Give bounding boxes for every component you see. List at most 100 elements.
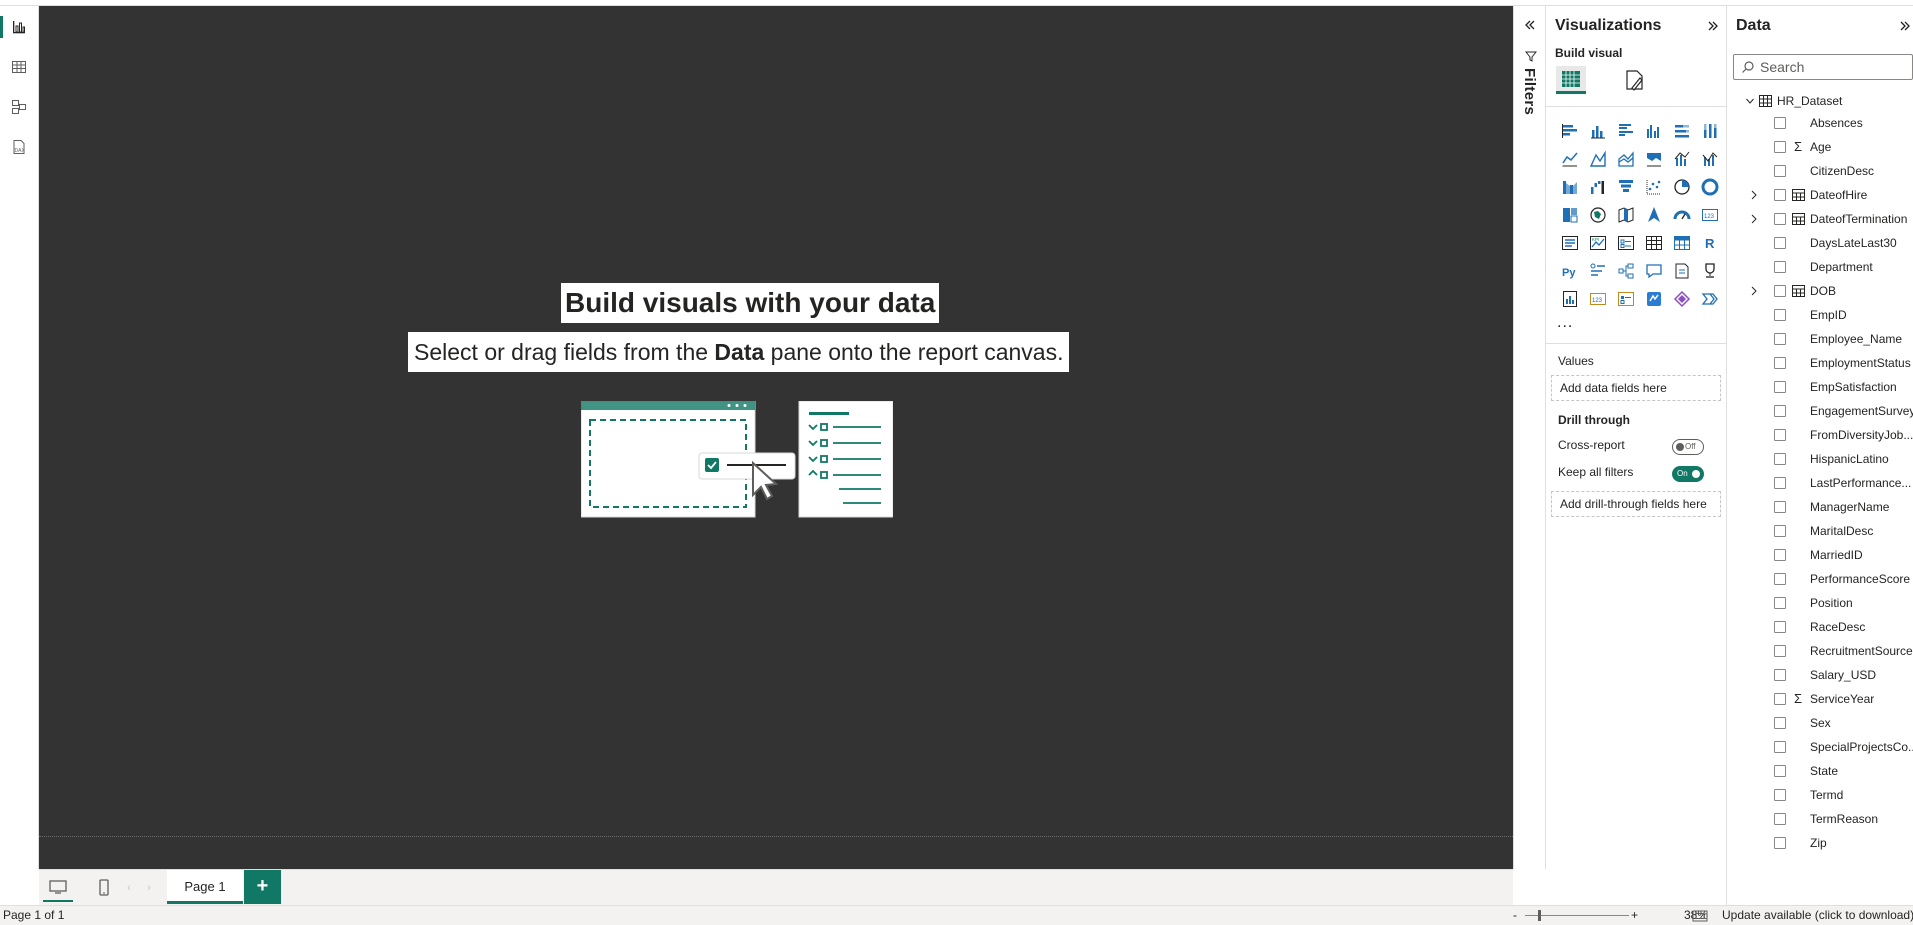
values-drop-zone[interactable]: Add data fields here [1551, 375, 1721, 401]
ribbon-chart-visual-button[interactable] [1556, 173, 1584, 201]
collapse-data-chevrons-icon[interactable] [1898, 19, 1912, 33]
field-row[interactable]: MarriedID [1749, 546, 1913, 564]
expand-chevrons-icon[interactable] [1523, 18, 1537, 32]
field-row[interactable]: DOB [1749, 282, 1913, 300]
field-row[interactable]: Salary_USD [1749, 666, 1913, 684]
page-tab-page-1[interactable]: Page 1 [167, 870, 243, 904]
field-checkbox[interactable] [1774, 741, 1786, 753]
python-visual-button[interactable]: Py [1556, 257, 1584, 285]
stacked-area-visual-button[interactable] [1612, 145, 1640, 173]
desktop-layout-button[interactable] [43, 874, 73, 902]
map-visual-button[interactable] [1584, 201, 1612, 229]
field-checkbox[interactable] [1774, 549, 1786, 561]
field-row[interactable]: EmpID [1749, 306, 1913, 324]
field-checkbox[interactable] [1774, 333, 1786, 345]
chevron-right-icon[interactable] [1749, 189, 1759, 201]
clustered-bar-visual-button[interactable] [1612, 117, 1640, 145]
qa-visual-button[interactable] [1640, 257, 1668, 285]
zoom-out-button[interactable]: - [1513, 906, 1517, 925]
next-page-button[interactable]: › [139, 874, 159, 902]
keep-all-filters-toggle[interactable]: On [1672, 466, 1704, 482]
power-apps-visual-button[interactable] [1668, 285, 1696, 313]
power-automate-visual-button[interactable] [1640, 285, 1668, 313]
field-row[interactable]: RecruitmentSource [1749, 642, 1913, 660]
clustered-column-visual-button[interactable] [1640, 117, 1668, 145]
field-checkbox[interactable] [1774, 717, 1786, 729]
table-visual-button[interactable] [1640, 229, 1668, 257]
100-stacked-bar-visual-button[interactable] [1668, 117, 1696, 145]
key-influencers-visual-button[interactable] [1584, 257, 1612, 285]
line-chart-visual-button[interactable] [1556, 145, 1584, 173]
drill-through-drop-zone[interactable]: Add drill-through fields here [1551, 491, 1721, 517]
decomposition-tree-visual-button[interactable] [1612, 257, 1640, 285]
field-checkbox[interactable] [1774, 141, 1786, 153]
line-clustered-column-visual-button[interactable] [1668, 145, 1696, 173]
field-row[interactable]: EngagementSurvey [1749, 402, 1913, 420]
field-row[interactable]: SpecialProjectsCo... [1749, 738, 1913, 756]
field-checkbox[interactable] [1774, 645, 1786, 657]
report-view-button[interactable] [0, 12, 34, 42]
filters-pane-collapsed[interactable] [1513, 6, 1546, 869]
field-checkbox[interactable] [1774, 621, 1786, 633]
field-checkbox[interactable] [1774, 213, 1786, 225]
smart-narrative-visual-button[interactable] [1668, 257, 1696, 285]
field-checkbox[interactable] [1774, 381, 1786, 393]
kpi-visual-button[interactable]: KPI [1584, 229, 1612, 257]
field-checkbox[interactable] [1774, 189, 1786, 201]
update-available-link[interactable]: Update available (click to download) [1722, 906, 1913, 925]
collapse-chevrons-icon[interactable] [1706, 19, 1720, 33]
funnel-chart-visual-button[interactable] [1612, 173, 1640, 201]
field-row[interactable]: Position [1749, 594, 1913, 612]
field-row[interactable]: Department [1749, 258, 1913, 276]
new-card-visual-button[interactable]: 123 [1584, 285, 1612, 313]
format-visual-tab[interactable] [1620, 66, 1650, 94]
field-checkbox[interactable] [1774, 669, 1786, 681]
field-row[interactable]: Σ ServiceYear [1749, 690, 1913, 708]
field-checkbox[interactable] [1774, 357, 1786, 369]
stacked-bar-visual-button[interactable] [1556, 117, 1584, 145]
dax-query-view-button[interactable]: DAX [4, 132, 34, 162]
more-visuals-button[interactable]: ... [1557, 314, 1573, 332]
model-view-button[interactable] [4, 92, 34, 122]
field-row[interactable]: FromDiversityJob... [1749, 426, 1913, 444]
scatter-chart-visual-button[interactable] [1640, 173, 1668, 201]
field-row[interactable]: MaritalDesc [1749, 522, 1913, 540]
waterfall-chart-visual-button[interactable] [1584, 173, 1612, 201]
pie-chart-visual-button[interactable] [1668, 173, 1696, 201]
field-checkbox[interactable] [1774, 597, 1786, 609]
zoom-in-button[interactable]: + [1631, 906, 1638, 925]
field-checkbox[interactable] [1774, 501, 1786, 513]
field-row[interactable]: Employee_Name [1749, 330, 1913, 348]
field-row[interactable]: PerformanceScore [1749, 570, 1913, 588]
new-slicer-visual-button[interactable] [1612, 285, 1640, 313]
field-row[interactable]: DaysLateLast30 [1749, 234, 1913, 252]
field-checkbox[interactable] [1774, 261, 1786, 273]
table-view-button[interactable] [4, 52, 34, 82]
100-stacked-area-visual-button[interactable] [1640, 145, 1668, 173]
donut-chart-visual-button[interactable] [1696, 173, 1724, 201]
field-row[interactable]: DateofTermination [1749, 210, 1913, 228]
chevron-right-icon[interactable] [1749, 285, 1759, 297]
field-checkbox[interactable] [1774, 525, 1786, 537]
filled-map-visual-button[interactable] [1612, 201, 1640, 229]
field-row[interactable]: ManagerName [1749, 498, 1913, 516]
chevron-down-icon[interactable] [1745, 96, 1755, 106]
treemap-visual-button[interactable] [1556, 201, 1584, 229]
azure-map-visual-button[interactable] [1640, 201, 1668, 229]
field-checkbox[interactable] [1774, 429, 1786, 441]
zoom-slider-thumb[interactable] [1538, 910, 1541, 921]
field-row[interactable]: Sex [1749, 714, 1913, 732]
field-row[interactable]: RaceDesc [1749, 618, 1913, 636]
field-row[interactable]: Termd [1749, 786, 1913, 804]
field-checkbox[interactable] [1774, 477, 1786, 489]
build-visual-tab[interactable] [1556, 66, 1586, 94]
field-row[interactable]: Zip [1749, 834, 1913, 852]
field-checkbox[interactable] [1774, 117, 1786, 129]
filters-label[interactable]: Filters [1521, 68, 1538, 115]
stacked-column-visual-button[interactable] [1584, 117, 1612, 145]
field-checkbox[interactable] [1774, 405, 1786, 417]
data-search-input[interactable]: Search [1733, 54, 1913, 80]
mobile-layout-button[interactable] [89, 874, 119, 902]
field-checkbox[interactable] [1774, 309, 1786, 321]
field-row[interactable]: EmpSatisfaction [1749, 378, 1913, 396]
